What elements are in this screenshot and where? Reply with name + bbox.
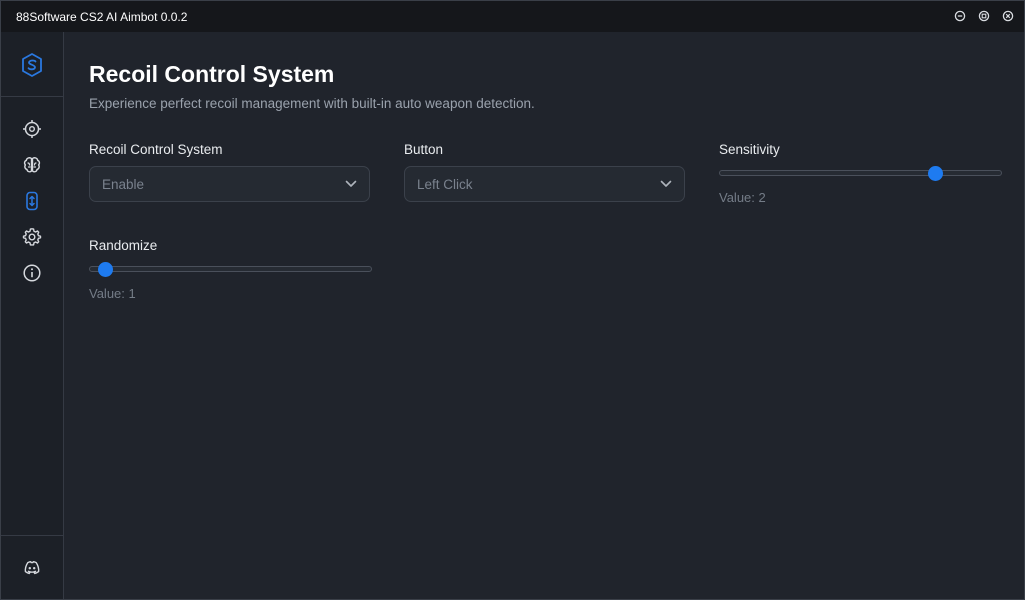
chevron-down-icon [345, 180, 357, 187]
randomize-slider[interactable] [89, 262, 372, 278]
maximize-icon[interactable] [978, 10, 990, 22]
chevron-down-icon [660, 180, 672, 187]
slider-track [719, 170, 1002, 176]
gear-icon[interactable] [22, 227, 42, 247]
recoil-control-label: Recoil Control System [89, 142, 223, 157]
value-number: 2 [758, 190, 766, 205]
slider-thumb[interactable] [98, 262, 113, 277]
minimize-icon[interactable] [954, 10, 966, 22]
title-bar: 88Software CS2 AI Aimbot 0.0.2 [1, 1, 1024, 32]
close-icon[interactable] [1002, 10, 1014, 22]
slider-track [89, 266, 372, 272]
page-title: Recoil Control System [89, 61, 335, 87]
recoil-icon[interactable] [22, 191, 42, 211]
sensitivity-slider[interactable] [719, 166, 1002, 182]
logo-icon[interactable] [21, 53, 43, 77]
value-prefix: Value: [89, 286, 129, 301]
value-prefix: Value: [719, 190, 759, 205]
page-subtitle: Experience perfect recoil management wit… [89, 96, 535, 111]
button-label: Button [404, 142, 444, 157]
recoil-control-select[interactable]: Enable [89, 166, 370, 202]
window-controls [954, 10, 1014, 22]
app-window: 88Software CS2 AI Aimbot 0.0.2 Recoil Co… [0, 0, 1025, 600]
sidebar-divider [1, 535, 63, 536]
randomize-value: Value: 1 [89, 286, 136, 301]
button-value: Left Click [417, 177, 473, 192]
value-number: 1 [128, 286, 136, 301]
main-content: Recoil Control System Experience perfect… [64, 32, 1024, 599]
info-icon[interactable] [22, 263, 42, 283]
sidebar-divider [1, 96, 63, 97]
sidebar [1, 32, 64, 599]
sensitivity-value: Value: 2 [719, 190, 766, 205]
window-title: 88Software CS2 AI Aimbot 0.0.2 [16, 9, 188, 24]
aim-target-icon[interactable] [22, 119, 42, 139]
brain-icon[interactable] [22, 155, 42, 175]
recoil-control-value: Enable [102, 177, 145, 192]
sensitivity-label: Sensitivity [719, 142, 780, 157]
randomize-label: Randomize [89, 238, 158, 253]
slider-thumb[interactable] [928, 166, 944, 181]
discord-icon[interactable] [22, 558, 42, 578]
button-select[interactable]: Left Click [404, 166, 685, 202]
